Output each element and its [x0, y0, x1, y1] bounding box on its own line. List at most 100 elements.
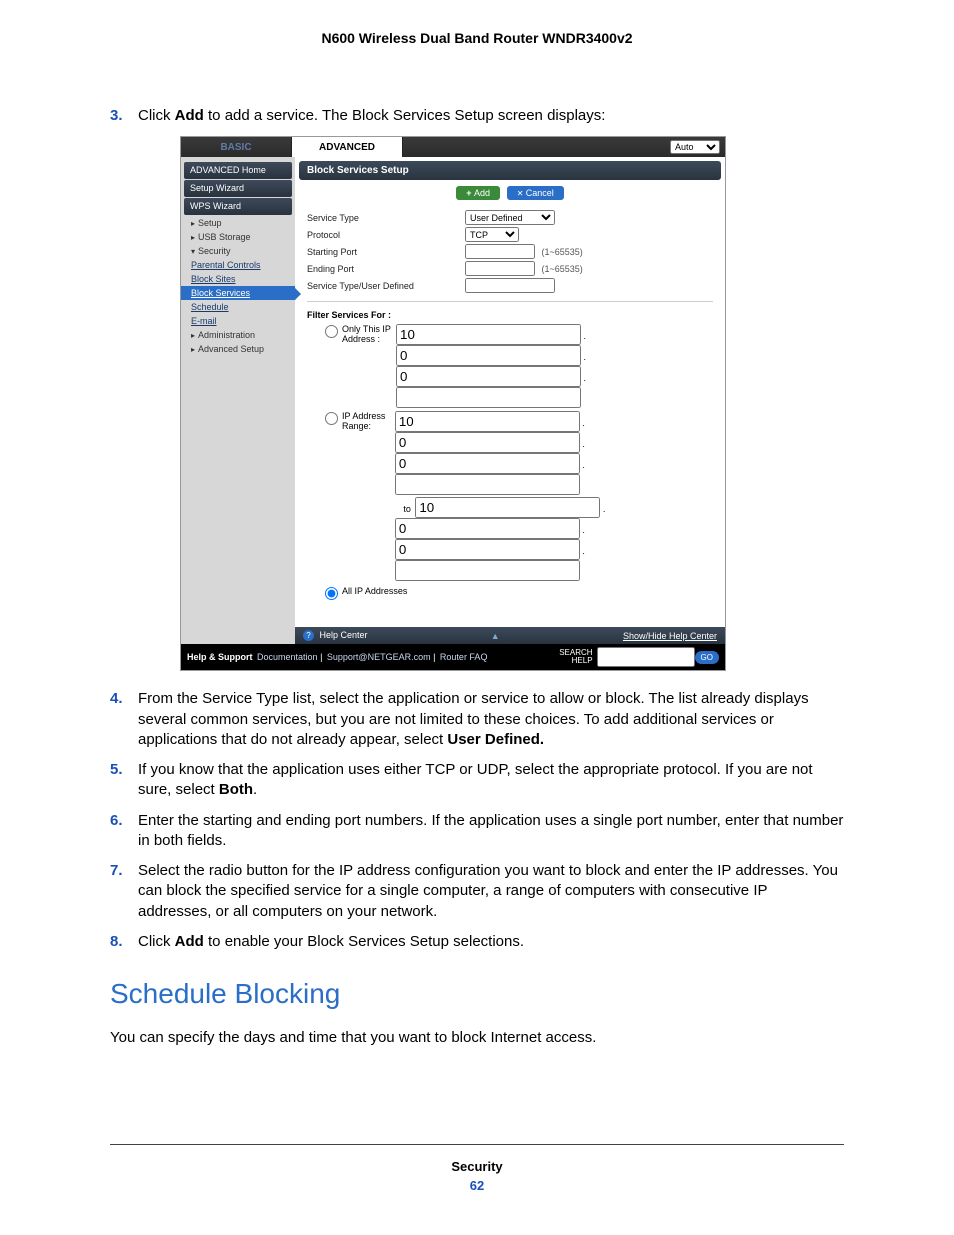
step-number: 5.: [110, 760, 138, 780]
step-text: Enter the starting and ending port numbe…: [138, 811, 844, 852]
footer-link-support[interactable]: Support@NETGEAR.com: [327, 652, 431, 662]
ip1-c[interactable]: [396, 366, 581, 387]
step: 7. Select the radio button for the IP ad…: [110, 861, 844, 922]
sidebar-usb[interactable]: USB Storage: [181, 230, 295, 244]
footer-left: Help & Support Documentation | Support@N…: [187, 652, 487, 662]
protocol-label: Protocol: [307, 230, 465, 240]
service-type-select[interactable]: User Defined: [465, 210, 555, 225]
range-label: IP Address Range:: [342, 411, 395, 431]
tab-bar: BASIC ADVANCED Auto: [181, 137, 725, 157]
step-number: 4.: [110, 689, 138, 709]
step-text: Click Add to add a service. The Block Se…: [138, 106, 605, 126]
range-value: . . . to . . .: [395, 411, 713, 583]
step: 6.Enter the starting and ending port num…: [110, 811, 844, 852]
radio-only-ip[interactable]: [325, 325, 338, 338]
starting-port-label: Starting Port: [307, 247, 465, 257]
search-input[interactable]: [597, 647, 695, 667]
help-icon: ?: [303, 630, 314, 641]
footer-label: Security: [0, 1159, 954, 1174]
sidebar-security[interactable]: Security: [181, 244, 295, 258]
ip1-b[interactable]: [396, 345, 581, 366]
help-center-label[interactable]: ? Help Center: [303, 630, 368, 641]
step-number: 8.: [110, 932, 138, 952]
sidebar-email[interactable]: E-mail: [181, 314, 295, 328]
ending-port-input[interactable]: [465, 261, 535, 276]
ipf-a[interactable]: [395, 411, 580, 432]
ipf-d[interactable]: [395, 474, 580, 495]
panel-title: Block Services Setup: [299, 161, 721, 180]
step: 5.If you know that the application uses …: [110, 760, 844, 801]
sidebar-advanced-home[interactable]: ADVANCED Home: [184, 162, 292, 179]
ipf-b[interactable]: [395, 432, 580, 453]
radio-ip-range[interactable]: [325, 412, 338, 425]
show-hide-help[interactable]: Show/Hide Help Center: [623, 631, 717, 641]
collapse-arrow-icon[interactable]: ▲: [491, 631, 500, 641]
user-defined-input[interactable]: [465, 278, 555, 293]
help-bar: ? Help Center ▲ Show/Hide Help Center: [295, 627, 725, 644]
service-type-label: Service Type: [307, 213, 465, 223]
steps-before: 3.Click Add to add a service. The Block …: [110, 106, 844, 126]
ip1-a[interactable]: [396, 324, 581, 345]
ipt-d[interactable]: [395, 560, 580, 581]
ipt-a[interactable]: [415, 497, 600, 518]
section-body: You can specify the days and time that y…: [110, 1028, 844, 1048]
step-text: If you know that the application uses ei…: [138, 760, 844, 801]
ip1-d[interactable]: [396, 387, 581, 408]
footer-rule: [110, 1144, 844, 1145]
sidebar-setup[interactable]: Setup: [181, 216, 295, 230]
all-ip-label: All IP Addresses: [342, 586, 472, 596]
main-panel: Block Services Setup Add Cancel Service …: [295, 157, 725, 644]
tab-basic[interactable]: BASIC: [181, 137, 292, 157]
only-ip-value: . . .: [396, 324, 713, 408]
language-select[interactable]: Auto: [670, 140, 720, 154]
step-number: 6.: [110, 811, 138, 831]
cancel-button[interactable]: Cancel: [507, 186, 564, 200]
user-defined-label: Service Type/User Defined: [307, 281, 465, 291]
sidebar-schedule[interactable]: Schedule: [181, 300, 295, 314]
form-divider: [307, 301, 713, 302]
doc-title: N600 Wireless Dual Band Router WNDR3400v…: [110, 30, 844, 46]
sidebar-setup-wizard[interactable]: Setup Wizard: [184, 180, 292, 197]
sidebar: ADVANCED Home Setup Wizard WPS Wizard Se…: [181, 157, 295, 644]
step: 4.From the Service Type list, select the…: [110, 689, 844, 750]
search-label: SEARCH HELP: [559, 649, 592, 665]
ipt-b[interactable]: [395, 518, 580, 539]
router-screenshot: BASIC ADVANCED Auto ADVANCED Home Setup …: [180, 136, 726, 671]
footer-link-doc[interactable]: Documentation: [257, 652, 318, 662]
tab-advanced[interactable]: ADVANCED: [292, 137, 403, 157]
sidebar-wps-wizard[interactable]: WPS Wizard: [184, 198, 292, 215]
to-label: to: [395, 504, 411, 514]
ipt-c[interactable]: [395, 539, 580, 560]
tab-spacer: [403, 137, 665, 157]
page-number: 62: [0, 1178, 954, 1193]
protocol-select[interactable]: TCP: [465, 227, 519, 242]
add-button[interactable]: Add: [456, 186, 500, 200]
ending-port-label: Ending Port: [307, 264, 465, 274]
step-text: Select the radio button for the IP addre…: [138, 861, 844, 922]
button-bar: Add Cancel: [295, 184, 725, 208]
page-footer: Security 62: [0, 1159, 954, 1193]
filter-label: Filter Services For :: [307, 310, 713, 320]
starting-port-input[interactable]: [465, 244, 535, 259]
section-heading: Schedule Blocking: [110, 978, 844, 1010]
sidebar-block-sites[interactable]: Block Sites: [181, 272, 295, 286]
radio-all-ip[interactable]: [325, 587, 338, 600]
step-text: Click Add to enable your Block Services …: [138, 932, 524, 952]
step-text: From the Service Type list, select the a…: [138, 689, 844, 750]
sidebar-adv-setup[interactable]: Advanced Setup: [181, 342, 295, 356]
ipf-c[interactable]: [395, 453, 580, 474]
step-number: 7.: [110, 861, 138, 881]
sidebar-parental[interactable]: Parental Controls: [181, 258, 295, 272]
form: Service Type User Defined Protocol TCP: [295, 210, 725, 613]
language-select-wrap: Auto: [665, 137, 725, 157]
go-button[interactable]: GO: [695, 651, 719, 664]
steps-after: 4.From the Service Type list, select the…: [110, 689, 844, 952]
step: 8.Click Add to enable your Block Service…: [110, 932, 844, 952]
sidebar-block-services[interactable]: Block Services: [181, 286, 295, 300]
only-ip-label: Only This IP Address :: [342, 324, 396, 344]
sidebar-admin[interactable]: Administration: [181, 328, 295, 342]
footer-link-faq[interactable]: Router FAQ: [440, 652, 488, 662]
step: 3.Click Add to add a service. The Block …: [110, 106, 844, 126]
router-footer: Help & Support Documentation | Support@N…: [181, 644, 725, 670]
step-number: 3.: [110, 106, 138, 126]
